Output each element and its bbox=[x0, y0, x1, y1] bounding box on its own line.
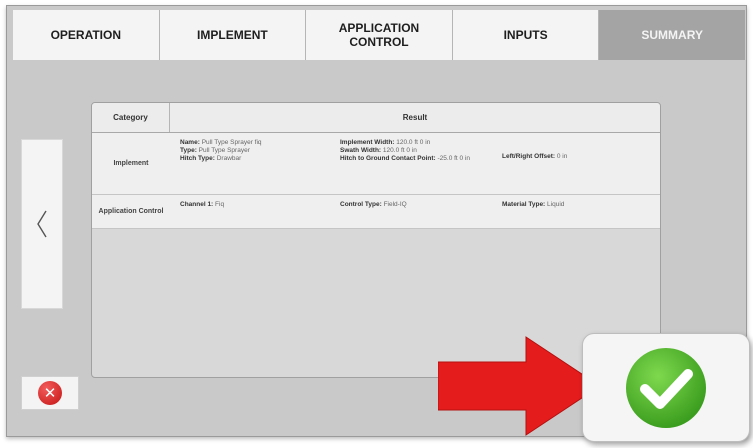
result-line: Control Type: Field-IQ bbox=[340, 201, 407, 208]
result-column: Left/Right Offset: 0 in bbox=[502, 139, 660, 188]
tab-summary[interactable]: SUMMARY bbox=[599, 10, 745, 60]
tab-application-control[interactable]: APPLICATION CONTROL bbox=[306, 10, 453, 60]
row-category: Implement bbox=[113, 160, 149, 167]
confirm-button[interactable] bbox=[582, 333, 750, 442]
result-line: Swath Width: 120.0 ft 0 in bbox=[340, 147, 417, 154]
result-line: Hitch to Ground Contact Point: -25.0 ft … bbox=[340, 155, 471, 162]
cancel-button[interactable]: ✕ bbox=[21, 376, 79, 410]
result-line: Material Type: Liquid bbox=[502, 201, 565, 208]
result-line: Left/Right Offset: 0 in bbox=[502, 153, 568, 160]
result-column: Name: Pull Type Sprayer fiq Type: Pull T… bbox=[180, 139, 340, 188]
result-column: Channel 1: Fiq bbox=[180, 201, 340, 222]
category-header: Category bbox=[92, 103, 170, 132]
table-row-application-control: Application Control Channel 1: Fiq Contr… bbox=[92, 195, 660, 229]
row-result: Name: Pull Type Sprayer fiq Type: Pull T… bbox=[170, 133, 660, 194]
result-line: Channel 1: Fiq bbox=[180, 201, 225, 208]
table-row-implement: Implement Name: Pull Type Sprayer fiq Ty… bbox=[92, 133, 660, 195]
row-category: Application Control bbox=[98, 208, 164, 215]
result-column: Material Type: Liquid bbox=[502, 201, 660, 222]
result-column: Implement Width: 120.0 ft 0 in Swath Wid… bbox=[340, 139, 502, 188]
tab-operation[interactable]: OPERATION bbox=[13, 10, 160, 60]
result-line: Implement Width: 120.0 ft 0 in bbox=[340, 139, 431, 146]
result-header: Result bbox=[402, 113, 428, 122]
close-icon: ✕ bbox=[38, 381, 62, 405]
tab-implement[interactable]: IMPLEMENT bbox=[159, 10, 307, 60]
result-line: Type: Pull Type Sprayer bbox=[180, 147, 250, 154]
tab-inputs[interactable]: INPUTS bbox=[452, 10, 600, 60]
back-button[interactable] bbox=[21, 139, 63, 309]
checkmark-icon bbox=[626, 347, 706, 428]
result-column: Control Type: Field-IQ bbox=[340, 201, 502, 222]
table-header: Category Result bbox=[92, 103, 660, 133]
row-result: Channel 1: Fiq Control Type: Field-IQ Ma… bbox=[170, 195, 660, 228]
tab-bar: OPERATION IMPLEMENT APPLICATION CONTROL … bbox=[13, 10, 745, 60]
red-arrow-icon bbox=[438, 336, 601, 436]
result-line: Name: Pull Type Sprayer fiq bbox=[180, 139, 262, 146]
chevron-left-icon bbox=[37, 210, 47, 238]
result-line: Hitch Type: Drawbar bbox=[180, 155, 242, 162]
